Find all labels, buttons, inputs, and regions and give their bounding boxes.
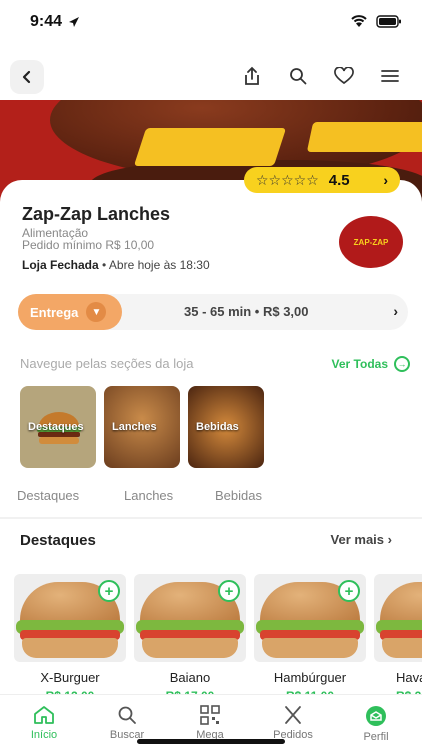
product-card[interactable]: + X-Burguer R$ 12,00 (14, 574, 126, 703)
section-tile-lanches[interactable]: Lanches (104, 386, 180, 468)
store-logo: ZAP-ZAP (339, 216, 403, 268)
tabbar-item-inicio[interactable]: Início (14, 705, 74, 741)
featured-title: Destaques (20, 532, 96, 549)
store-status-label: Loja Fechada (22, 258, 99, 272)
rating-stars: ☆☆☆☆☆ (256, 171, 319, 188)
product-card[interactable]: + Baiano R$ 17,00 (134, 574, 246, 703)
tabbar-label: Início (30, 729, 58, 741)
heart-icon (334, 67, 354, 85)
chevron-right-icon: › (387, 532, 392, 547)
profile-icon (366, 706, 386, 726)
status-bar: 9:44 (0, 0, 422, 44)
hamburger-menu-icon (381, 70, 399, 82)
add-to-cart-button[interactable]: + (98, 580, 120, 602)
home-icon (34, 706, 54, 724)
home-indicator (137, 739, 285, 744)
product-card[interactable]: + Hambúrguer R$ 11,00 (254, 574, 366, 703)
share-button[interactable] (240, 64, 264, 88)
status-time: 9:44 (30, 13, 80, 31)
search-icon (118, 706, 136, 724)
section-tiles: Destaques Lanches Bebidas (20, 386, 264, 468)
cutlery-icon (285, 706, 301, 724)
section-tile-label: Bebidas (196, 421, 239, 433)
section-tabs: Destaques Lanches Bebidas (0, 486, 422, 516)
delivery-info: 35 - 65 min • R$ 3,00 (184, 304, 309, 319)
delivery-mode-button[interactable]: Entrega ▼ (18, 294, 122, 330)
tab-lanches[interactable]: Lanches (124, 488, 173, 503)
qr-icon (200, 705, 220, 725)
section-tile-label: Destaques (28, 421, 84, 433)
store-status-detail: • Abre hoje às 18:30 (98, 258, 210, 272)
store-status: Loja Fechada • Abre hoje às 18:30 (22, 258, 210, 272)
product-card[interactable]: Havai R$ 2 (374, 574, 422, 703)
tabbar-item-mega[interactable]: Mega (180, 705, 240, 741)
search-icon (290, 68, 307, 85)
chevron-right-icon: › (383, 172, 388, 188)
see-more-label: Ver mais (330, 532, 385, 547)
tabbar-item-pedidos[interactable]: Pedidos (263, 705, 323, 741)
view-all-label: Ver Todas (331, 357, 388, 371)
delivery-selector[interactable]: Entrega ▼ 35 - 65 min • R$ 3,00 › (18, 294, 408, 330)
arrow-right-icon: → (394, 356, 410, 372)
rating-badge[interactable]: ☆☆☆☆☆ 4.5 › (244, 167, 400, 193)
wifi-icon (351, 15, 367, 27)
store-min-order: Pedido mínimo R$ 10,00 (22, 238, 155, 252)
product-name: X-Burguer (40, 670, 100, 685)
product-name: Havai (396, 670, 422, 685)
product-name: Hambúrguer (273, 670, 347, 685)
chevron-down-icon: ▼ (86, 302, 107, 322)
section-tile-destaques[interactable]: Destaques (20, 386, 96, 468)
rating-value: 4.5 (328, 171, 350, 189)
sections-title: Navegue pelas seções da loja (20, 356, 194, 371)
tab-destaques[interactable]: Destaques (17, 488, 79, 503)
search-button[interactable] (286, 64, 310, 88)
favorite-button[interactable] (332, 64, 356, 88)
location-arrow-icon (69, 16, 80, 27)
add-to-cart-button[interactable]: + (338, 580, 360, 602)
tabbar-label: Perfil (363, 731, 389, 743)
share-icon (245, 66, 259, 85)
tabbar-item-perfil[interactable]: Perfil (346, 705, 406, 743)
store-logo-text: ZAP-ZAP (353, 237, 389, 247)
product-name: Baiano (169, 670, 211, 685)
status-icons (350, 14, 402, 28)
status-time-text: 9:44 (30, 13, 63, 30)
nav-actions (240, 64, 402, 88)
section-tile-label: Lanches (112, 421, 157, 433)
back-button[interactable] (10, 60, 44, 94)
tabbar-item-buscar[interactable]: Buscar (97, 705, 157, 741)
chevron-left-icon (22, 70, 31, 84)
view-all-sections-link[interactable]: Ver Todas → (332, 356, 410, 372)
top-nav-bar (0, 50, 422, 100)
tab-bebidas[interactable]: Bebidas (215, 488, 262, 503)
product-image (374, 574, 422, 662)
section-tile-bebidas[interactable]: Bebidas (188, 386, 264, 468)
delivery-mode-label: Entrega (30, 304, 79, 320)
store-name: Zap-Zap Lanches (22, 204, 171, 224)
divider (0, 517, 422, 519)
see-more-link[interactable]: Ver mais › (331, 532, 392, 547)
chevron-right-icon: › (393, 303, 398, 319)
battery-icon (376, 14, 401, 28)
featured-products: + X-Burguer R$ 12,00 + Baiano R$ 17,00 +… (14, 574, 422, 703)
add-to-cart-button[interactable]: + (218, 580, 240, 602)
menu-button[interactable] (378, 64, 402, 88)
